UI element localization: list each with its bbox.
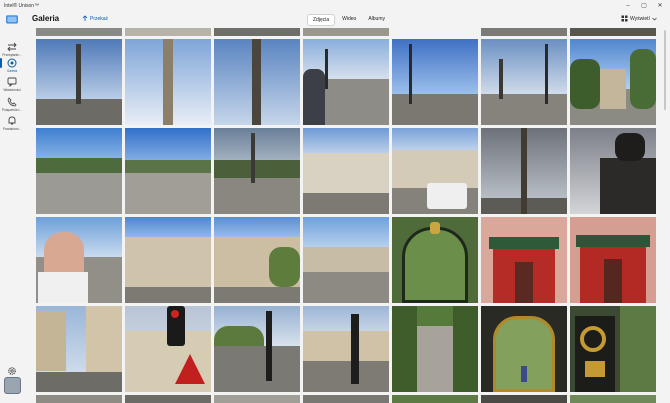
rail-item-transfer[interactable]: Przesyłanie... bbox=[0, 42, 24, 57]
phone-profile-icon[interactable] bbox=[4, 377, 21, 394]
photo-thumbnail[interactable] bbox=[392, 306, 478, 392]
photo-thumbnail[interactable] bbox=[214, 395, 300, 403]
maximize-button[interactable]: ▢ bbox=[638, 0, 650, 12]
messages-icon bbox=[7, 77, 17, 87]
rail-item-messages[interactable]: Wiadomości bbox=[0, 77, 24, 92]
tab-albums[interactable]: Albumy bbox=[363, 14, 390, 26]
photo-thumbnail[interactable] bbox=[303, 128, 389, 214]
close-button[interactable]: ✕ bbox=[654, 0, 666, 12]
photo-thumbnail[interactable] bbox=[570, 217, 656, 303]
import-button[interactable]: Przekaż bbox=[82, 15, 108, 22]
photo-thumbnail[interactable] bbox=[125, 28, 211, 36]
rail-label: Powiadomi... bbox=[2, 127, 22, 131]
photo-thumbnail[interactable] bbox=[392, 217, 478, 303]
rail-label: Połączenia t... bbox=[1, 108, 23, 112]
photo-thumbnail[interactable] bbox=[303, 28, 389, 36]
photo-thumbnail[interactable] bbox=[214, 306, 300, 392]
phone-icon bbox=[7, 97, 17, 107]
rail-item-notifications[interactable]: Powiadomi... bbox=[0, 116, 24, 131]
media-tabs: Zdjęcia Wideo Albumy bbox=[307, 14, 390, 26]
photo-thumbnail[interactable] bbox=[481, 395, 567, 403]
photo-thumbnail[interactable] bbox=[303, 306, 389, 392]
photo-thumbnail[interactable] bbox=[392, 39, 478, 125]
photo-thumbnail[interactable] bbox=[125, 306, 211, 392]
gallery-icon bbox=[7, 58, 17, 68]
gear-icon bbox=[8, 367, 16, 375]
rail-label: Przesyłanie... bbox=[2, 53, 22, 57]
photo-thumbnail[interactable] bbox=[481, 128, 567, 214]
phone-logo-icon bbox=[6, 15, 18, 24]
photo-thumbnail[interactable] bbox=[214, 28, 300, 36]
photo-thumbnail[interactable] bbox=[36, 128, 122, 214]
import-label: Przekaż bbox=[90, 15, 109, 22]
photo-thumbnail[interactable] bbox=[303, 39, 389, 125]
tab-photos[interactable]: Zdjęcia bbox=[307, 14, 336, 26]
rail-label: Wiadomości bbox=[3, 88, 21, 92]
photo-thumbnail[interactable] bbox=[570, 395, 656, 403]
photo-thumbnail[interactable] bbox=[36, 306, 122, 392]
photo-thumbnail[interactable] bbox=[36, 39, 122, 125]
photo-thumbnail[interactable] bbox=[481, 217, 567, 303]
photo-thumbnail[interactable] bbox=[570, 28, 656, 36]
app-title: Intel® Unison™ bbox=[4, 3, 40, 9]
photo-thumbnail[interactable] bbox=[125, 217, 211, 303]
photo-thumbnail[interactable] bbox=[125, 39, 211, 125]
photo-thumbnail[interactable] bbox=[570, 39, 656, 125]
photo-thumbnail[interactable] bbox=[481, 39, 567, 125]
grid-view-icon bbox=[621, 15, 628, 22]
settings-button[interactable] bbox=[0, 366, 24, 376]
page-header: Galeria Przekaż Zdjęcia Wideo Albumy Wyś… bbox=[24, 12, 670, 28]
photo-thumbnail[interactable] bbox=[214, 217, 300, 303]
photo-thumbnail[interactable] bbox=[481, 306, 567, 392]
rail-label: Galeria bbox=[6, 69, 18, 73]
rail-item-gallery[interactable]: Galeria bbox=[0, 58, 24, 73]
photo-thumbnail[interactable] bbox=[36, 217, 122, 303]
photo-thumbnail[interactable] bbox=[303, 395, 389, 403]
photo-thumbnail[interactable] bbox=[36, 28, 122, 36]
photo-thumbnail[interactable] bbox=[214, 39, 300, 125]
photo-thumbnail[interactable] bbox=[570, 306, 656, 392]
tab-videos[interactable]: Wideo bbox=[337, 14, 361, 26]
photo-thumbnail[interactable] bbox=[36, 395, 122, 403]
nav-rail: Przesyłanie... Galeria Wiadomości Połącz… bbox=[0, 12, 24, 403]
bell-icon bbox=[8, 116, 16, 125]
view-label: Wyświetl bbox=[630, 15, 650, 22]
photo-thumbnail[interactable] bbox=[125, 395, 211, 403]
vertical-scrollbar[interactable] bbox=[664, 30, 666, 110]
rail-item-calls[interactable]: Połączenia t... bbox=[0, 97, 24, 112]
photo-thumbnail[interactable] bbox=[303, 217, 389, 303]
rail-logo bbox=[0, 14, 24, 26]
page-title: Galeria bbox=[32, 14, 60, 23]
upload-icon bbox=[82, 15, 88, 21]
photo-thumbnail[interactable] bbox=[481, 28, 567, 36]
photo-thumbnail[interactable] bbox=[570, 128, 656, 214]
photo-thumbnail[interactable] bbox=[392, 395, 478, 403]
view-button[interactable]: Wyświetl bbox=[621, 15, 657, 22]
photo-thumbnail[interactable] bbox=[392, 128, 478, 214]
chevron-down-icon bbox=[651, 17, 657, 20]
transfer-icon bbox=[7, 42, 17, 52]
title-bar: Intel® Unison™ – ▢ ✕ bbox=[0, 0, 670, 12]
minimize-button[interactable]: – bbox=[622, 0, 634, 12]
photo-thumbnail[interactable] bbox=[214, 128, 300, 214]
photo-thumbnail[interactable] bbox=[125, 128, 211, 214]
